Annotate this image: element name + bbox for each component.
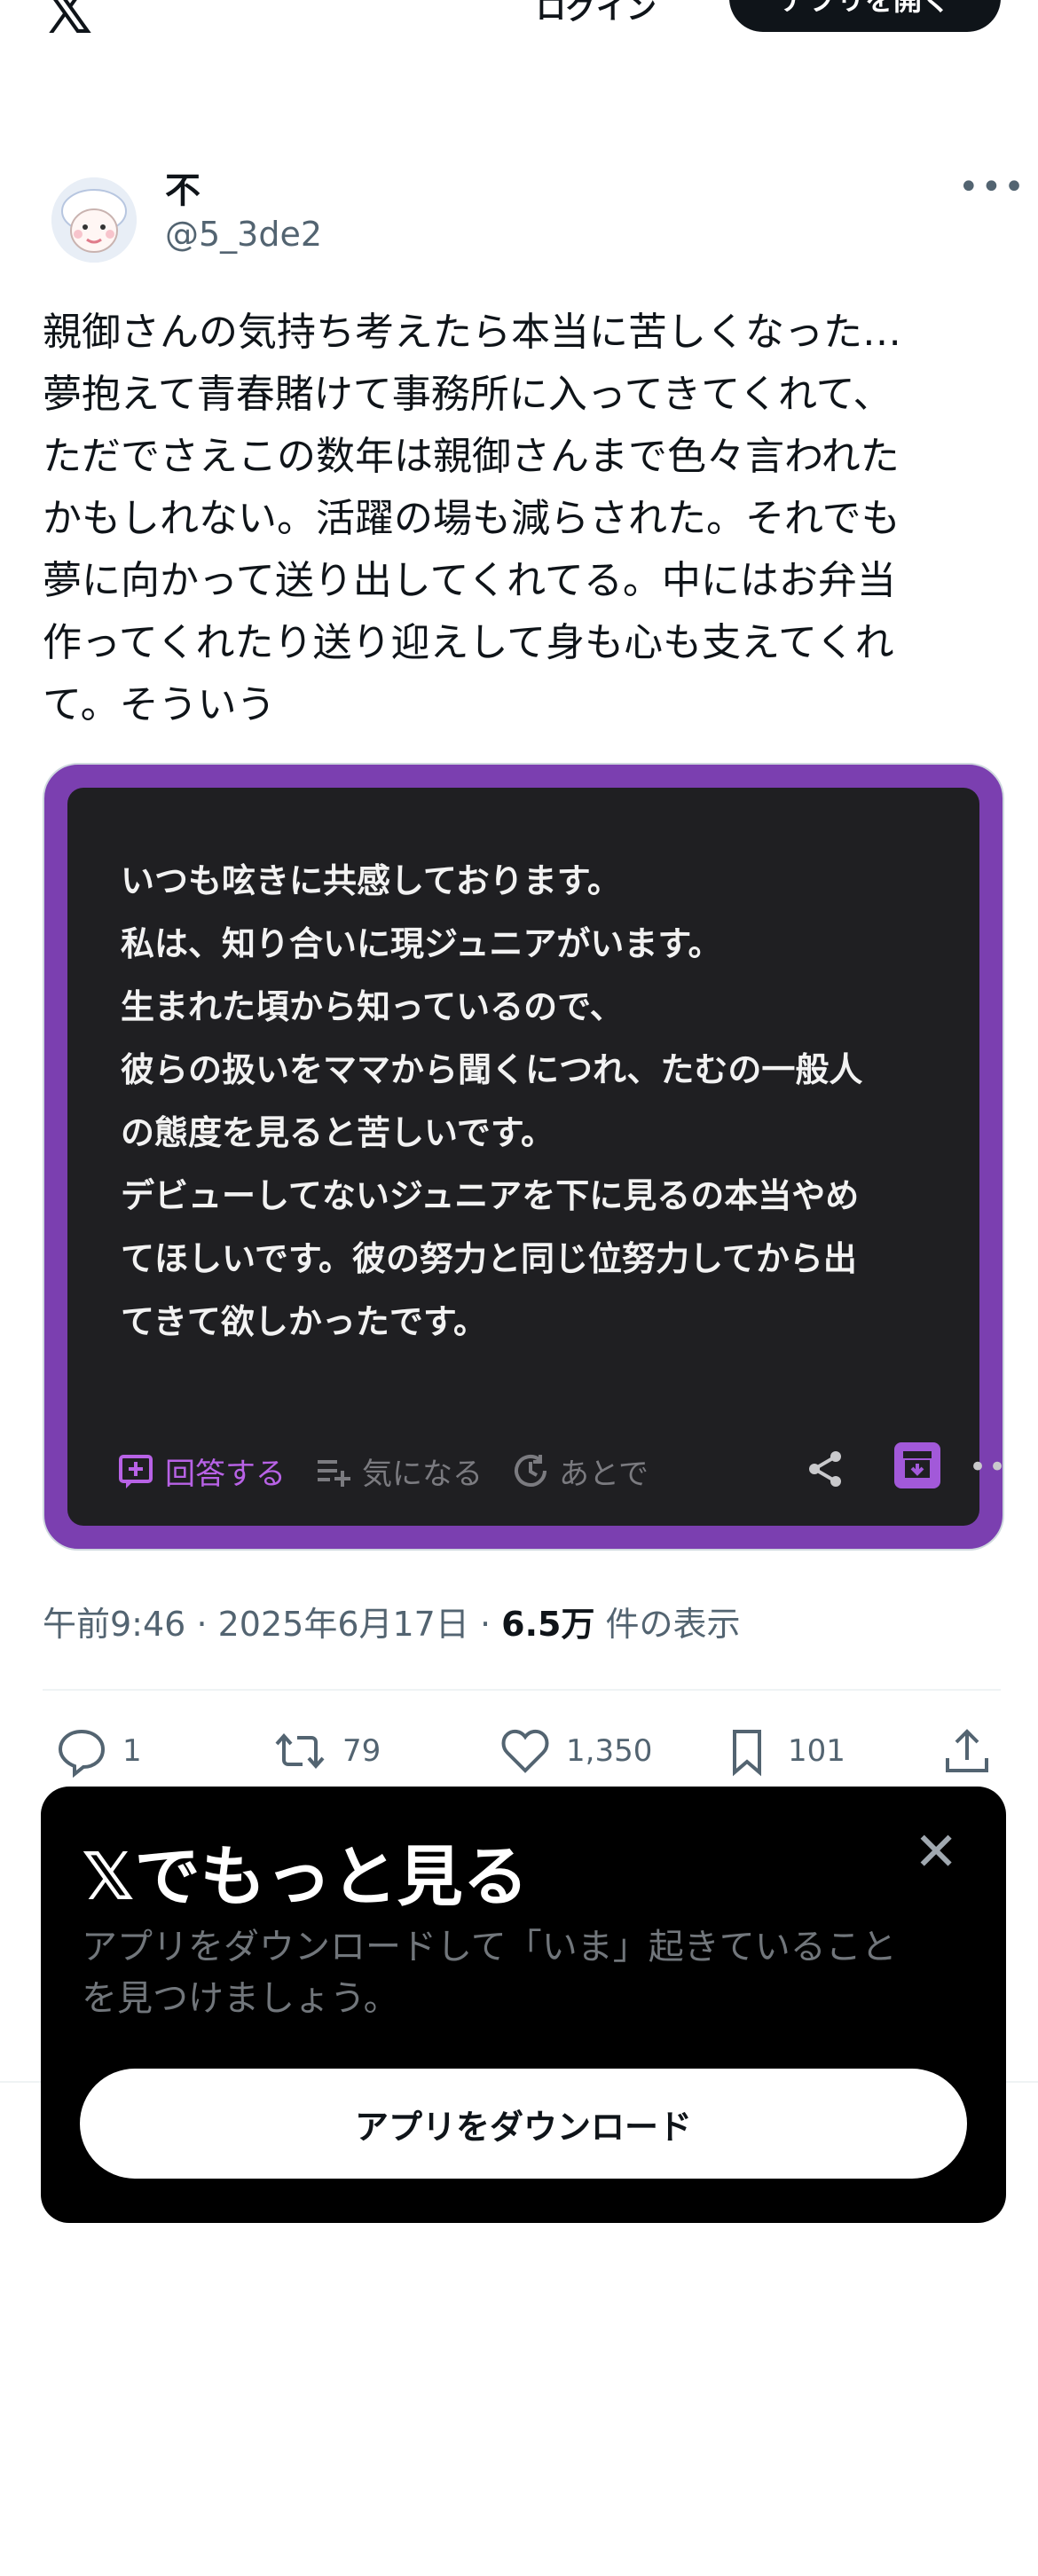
author-handle[interactable]: @5_3de2 <box>165 215 322 254</box>
tweet-image[interactable]: いつも呟きに共感しております。 私は、知り合いに現ジュニアがいます。 生まれた頃… <box>43 763 1004 1551</box>
archive-icon <box>894 1442 940 1488</box>
bookmark-icon <box>733 1730 761 1777</box>
question-card: いつも呟きに共感しております。 私は、知り合いに現ジュニアがいます。 生まれた頃… <box>67 788 1003 1526</box>
later-label: あとで <box>559 1456 649 1492</box>
sheet-description: アプリをダウンロードして「いま」起きていること を見つけましょう。 <box>82 1927 897 2019</box>
like-button[interactable]: 1,350 <box>499 1724 652 1778</box>
open-app-button[interactable]: アプリを開く <box>729 0 1001 32</box>
download-app-button[interactable]: アプリをダウンロード <box>80 2069 967 2179</box>
reply-icon <box>58 1729 106 1778</box>
bookmark-button[interactable]: 101 <box>720 1724 845 1778</box>
login-link[interactable]: ログイン <box>536 0 657 27</box>
view-suffix: 件の表示 <box>605 1605 741 1644</box>
reply-count: 1 <box>122 1733 142 1769</box>
reply-button[interactable]: 1 <box>55 1724 142 1778</box>
clock-icon <box>515 1455 547 1487</box>
author-name[interactable]: 不 <box>165 161 201 213</box>
heart-icon <box>501 1729 549 1773</box>
list-add-icon <box>318 1460 350 1487</box>
more-options-icon[interactable]: ••• <box>958 167 1026 208</box>
answer-label: 回答する <box>165 1456 286 1492</box>
interested-action: 気になる <box>314 1449 483 1493</box>
interested-label: 気になる <box>362 1456 483 1492</box>
bookmark-count: 101 <box>788 1733 845 1769</box>
upload-icon <box>946 1729 988 1772</box>
avatar[interactable] <box>51 177 137 263</box>
answer-icon <box>119 1455 153 1488</box>
retweet-button[interactable]: 79 <box>271 1724 381 1778</box>
avatar-image <box>51 177 137 263</box>
question-text: いつも呟きに共感しております。 私は、知り合いに現ジュニアがいます。 生まれた頃… <box>121 861 863 1341</box>
like-count: 1,350 <box>566 1733 653 1769</box>
sheet-title: 𝕏でもっと見る <box>82 1839 529 1915</box>
share-button[interactable] <box>940 1724 994 1778</box>
tweet-text: 親御さんの気持ち考えたら本当に苦しくなった… 夢抱えて青春賭けて事務所に入ってき… <box>43 310 901 727</box>
later-action: あとで <box>511 1449 649 1493</box>
retweet-icon <box>275 1732 325 1770</box>
x-logo[interactable]: 𝕏 <box>43 0 92 43</box>
tweet-date[interactable]: 2025年6月17日 <box>218 1605 469 1644</box>
card-action-bar: 回答する 気になる あとで • <box>117 1442 1003 1497</box>
answer-action: 回答する <box>117 1449 286 1493</box>
retweet-count: 79 <box>342 1733 381 1769</box>
share-icon <box>809 1451 841 1487</box>
divider <box>43 1689 1001 1691</box>
meta-separator: · <box>479 1605 502 1644</box>
tweet-time[interactable]: 午前9:46 <box>43 1605 185 1644</box>
view-count: 6.5万 <box>501 1605 595 1644</box>
meta-separator: · <box>196 1605 218 1644</box>
card-more-icon: ••• <box>969 1449 1003 1485</box>
tweet-meta: 午前9:46 · 2025年6月17日 · 6.5万 件の表示 <box>43 1597 741 1645</box>
close-icon[interactable]: ✕ <box>914 1826 958 1879</box>
app-promo-sheet: 𝕏でもっと見る ✕ アプリをダウンロードして「いま」起きていること を見つけまし… <box>41 1787 1006 2223</box>
